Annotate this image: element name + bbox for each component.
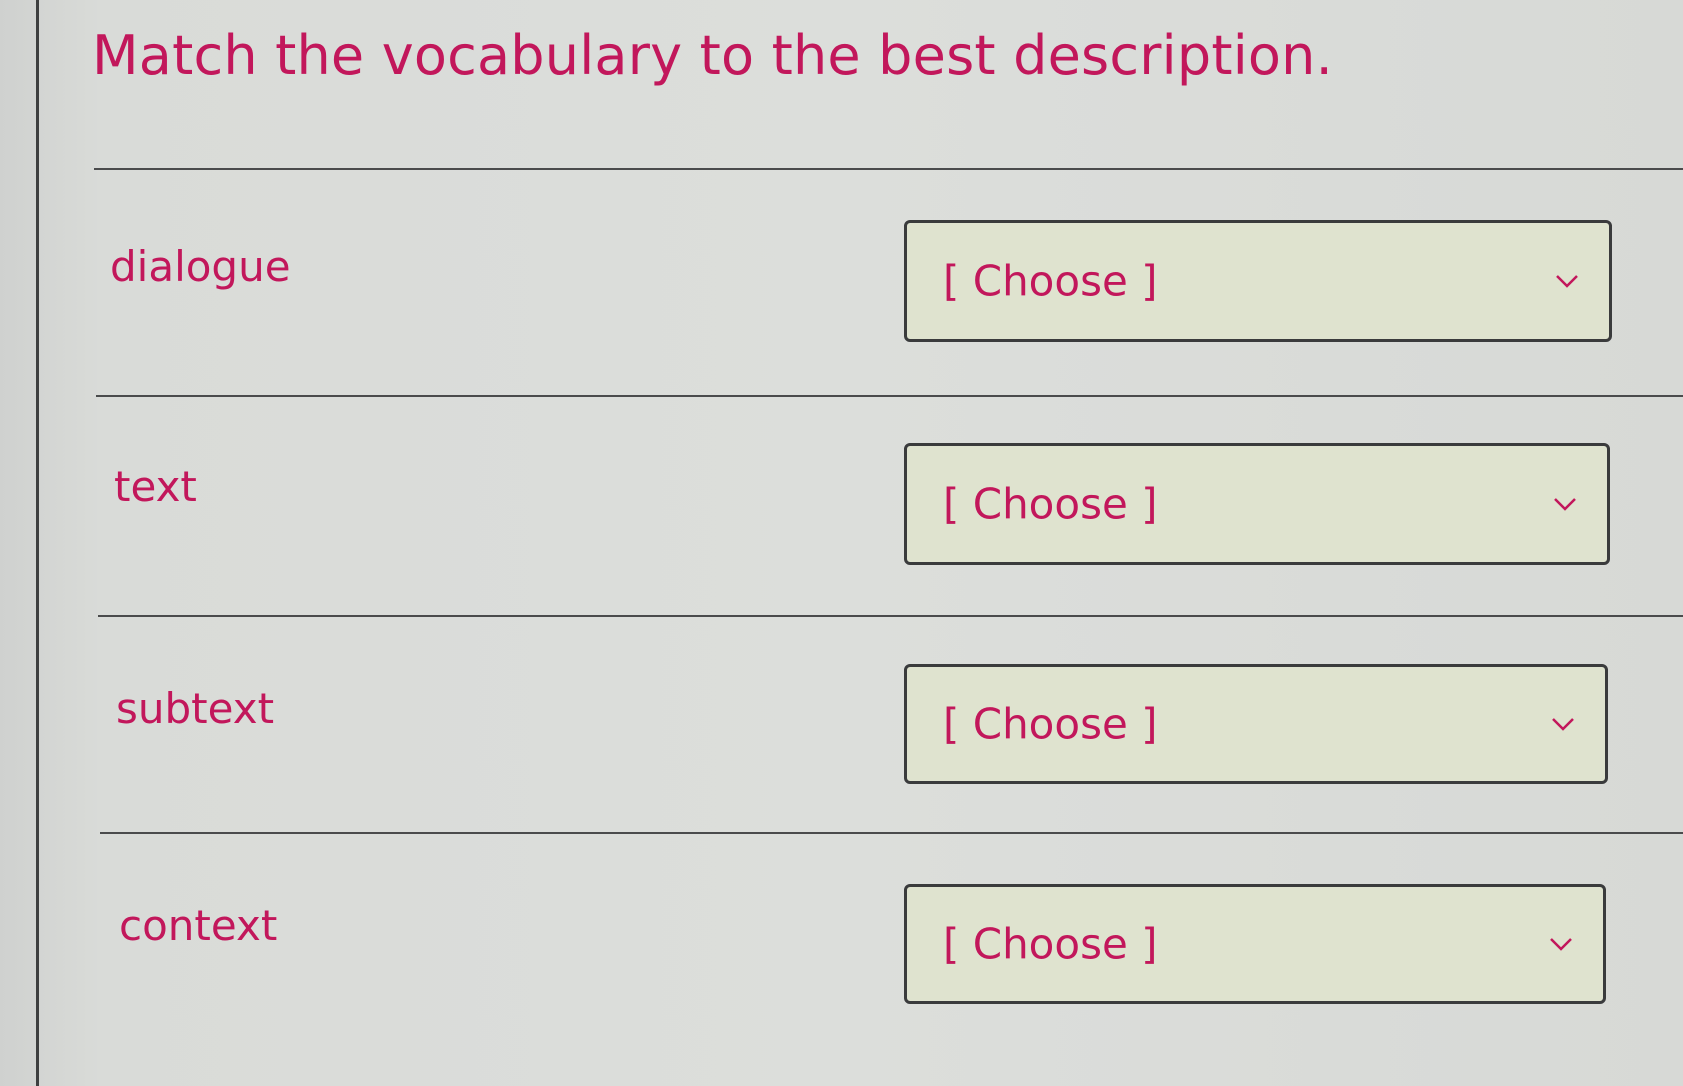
quiz-page: Match the vocabulary to the best descrip…	[0, 0, 1683, 1086]
chevron-down-icon	[1552, 718, 1574, 731]
term-dialogue: dialogue	[110, 242, 291, 291]
term-text: text	[114, 462, 197, 511]
chevron-down-icon	[1554, 498, 1576, 511]
divider	[96, 395, 1683, 397]
term-subtext: subtext	[116, 684, 275, 733]
divider	[100, 832, 1683, 834]
answer-select-dialogue[interactable]: [ Choose ]	[904, 220, 1612, 342]
select-value: [ Choose ]	[943, 699, 1158, 749]
question-title: Match the vocabulary to the best descrip…	[92, 24, 1333, 87]
answer-select-subtext[interactable]: [ Choose ]	[904, 664, 1608, 784]
select-value: [ Choose ]	[943, 256, 1158, 306]
answer-select-text[interactable]: [ Choose ]	[904, 443, 1610, 565]
answer-select-context[interactable]: [ Choose ]	[904, 884, 1606, 1004]
term-context: context	[119, 901, 278, 950]
left-border	[36, 0, 39, 1086]
chevron-down-icon	[1556, 275, 1578, 288]
select-value: [ Choose ]	[943, 919, 1158, 969]
divider	[98, 615, 1683, 617]
select-value: [ Choose ]	[943, 479, 1158, 529]
chevron-down-icon	[1550, 938, 1572, 951]
divider	[94, 168, 1683, 170]
